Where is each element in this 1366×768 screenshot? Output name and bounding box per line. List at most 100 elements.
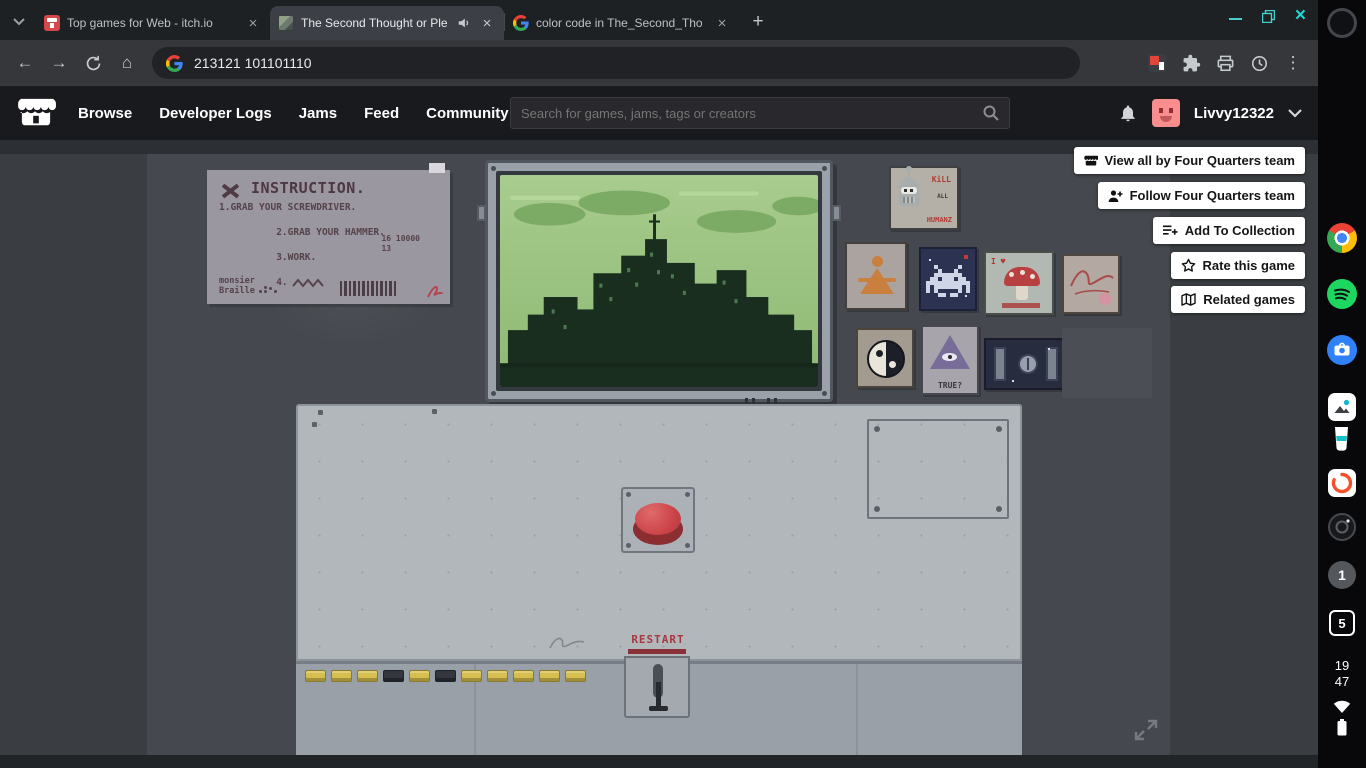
lens-app-icon[interactable] — [1328, 513, 1356, 541]
nav-jams[interactable]: Jams — [299, 105, 337, 122]
new-tab-button[interactable]: + — [745, 9, 771, 35]
token-row — [305, 670, 586, 682]
nav-community[interactable]: Community — [426, 105, 509, 122]
audio-speaker-icon[interactable] — [457, 16, 471, 30]
poster-pyramid[interactable]: TRUE? — [921, 325, 979, 395]
spotify-app-icon[interactable] — [1327, 279, 1357, 309]
poster-mushroom[interactable]: I ♥ — [984, 251, 1054, 315]
token-gold[interactable] — [565, 670, 586, 682]
browser-menu-button[interactable]: ⋮ — [1276, 46, 1310, 80]
token-gold[interactable] — [513, 670, 534, 682]
extensions-button[interactable] — [1174, 46, 1208, 80]
poster-bender[interactable]: KiLL ALL HUMANZ — [889, 166, 959, 230]
braille-dots — [258, 290, 262, 293]
username[interactable]: Livvy12322 — [1194, 105, 1274, 122]
tv-screen-cityscape[interactable] — [500, 175, 818, 387]
lever-bracket[interactable] — [624, 656, 690, 718]
pink-blob — [1099, 293, 1111, 305]
search-icon[interactable] — [983, 105, 999, 121]
game-canvas[interactable]: INSTRUCTION. 1.GRAB YOUR SCREWDRIVER. 2.… — [147, 154, 1170, 755]
fullscreen-button[interactable] — [1133, 718, 1159, 742]
badge-one-app-icon[interactable]: 1 — [1328, 561, 1356, 589]
close-tab-icon[interactable]: × — [244, 14, 262, 32]
wall-patch — [1062, 328, 1152, 398]
close-tab-icon[interactable]: × — [478, 14, 496, 32]
shelf-status-circle[interactable] — [1327, 8, 1357, 38]
poster-space-invader[interactable] — [919, 247, 977, 311]
minimize-button[interactable] — [1228, 18, 1242, 20]
tab-game-active[interactable]: The Second Thought or Ple × — [270, 6, 504, 40]
itch-nav: Browse Developer Logs Jams Feed Communit… — [78, 105, 536, 122]
red-button[interactable] — [635, 503, 681, 535]
chevron-down-icon — [13, 18, 25, 26]
view-all-button[interactable]: View all by Four Quarters team — [1073, 147, 1305, 174]
nav-developer-logs[interactable]: Developer Logs — [159, 105, 272, 122]
token-gold[interactable] — [305, 670, 326, 682]
chevron-down-icon[interactable] — [1288, 108, 1302, 118]
tab-search-button[interactable] — [6, 9, 32, 35]
wifi-icon[interactable] — [1333, 699, 1351, 713]
token-dark[interactable] — [383, 670, 404, 682]
wing — [994, 347, 1006, 381]
close-window-button[interactable]: × — [1295, 6, 1306, 25]
poster-yin-yang[interactable] — [856, 328, 914, 388]
back-button[interactable]: ← — [8, 46, 42, 80]
tab-google-search[interactable]: color code in The_Second_Tho × — [505, 6, 739, 40]
poster-tie-fighter[interactable] — [984, 338, 1068, 390]
token-gold[interactable] — [487, 670, 508, 682]
cup-app-icon[interactable] — [1330, 424, 1354, 452]
chrome-app-icon[interactable] — [1327, 223, 1357, 253]
empty-frame-panel[interactable] — [867, 419, 1009, 519]
token-gold[interactable] — [331, 670, 352, 682]
add-to-collection-button[interactable]: Add To Collection — [1152, 217, 1305, 244]
itch-search[interactable] — [510, 97, 1010, 129]
lever-stick[interactable] — [656, 682, 661, 708]
clock-minutes: 47 — [1334, 674, 1350, 689]
figure-arms — [858, 278, 896, 282]
close-tab-icon[interactable]: × — [713, 14, 731, 32]
gallery-app-icon[interactable] — [1328, 393, 1356, 421]
token-gold[interactable] — [461, 670, 482, 682]
extension-badge-button[interactable] — [1140, 46, 1174, 80]
user-avatar[interactable] — [1151, 99, 1180, 127]
rate-game-button[interactable]: Rate this game — [1170, 252, 1305, 279]
home-button[interactable]: ⌂ — [110, 46, 144, 80]
history-button[interactable] — [1242, 46, 1276, 80]
button-label: View all by Four Quarters team — [1104, 153, 1296, 168]
shelf-clock[interactable]: 19 47 — [1335, 658, 1349, 690]
screw — [822, 166, 827, 171]
instruction-paper[interactable]: INSTRUCTION. 1.GRAB YOUR SCREWDRIVER. 2.… — [207, 163, 450, 304]
search-input[interactable] — [521, 105, 983, 121]
related-games-button[interactable]: Related games — [1171, 286, 1305, 313]
badge-five-app-icon[interactable]: 5 — [1329, 610, 1355, 636]
token-gold[interactable] — [409, 670, 430, 682]
itch-favicon — [44, 15, 60, 31]
token-gold[interactable] — [539, 670, 560, 682]
notifications-bell-icon[interactable] — [1118, 103, 1138, 123]
poster-meditation[interactable] — [845, 242, 907, 310]
poster-scribble[interactable] — [1062, 254, 1120, 314]
print-button[interactable] — [1208, 46, 1242, 80]
restart-lever[interactable] — [624, 649, 690, 718]
tab-title: The Second Thought or Ple — [301, 16, 448, 30]
omnibox[interactable] — [152, 47, 1080, 79]
tab-itch-top-games[interactable]: Top games for Web - itch.io × — [36, 6, 270, 40]
forward-button[interactable]: → — [42, 46, 76, 80]
reload-button[interactable] — [76, 46, 110, 80]
restore-button[interactable] — [1261, 9, 1275, 23]
follow-button[interactable]: Follow Four Quarters team — [1097, 182, 1305, 209]
nav-browse[interactable]: Browse — [78, 105, 132, 122]
token-gold[interactable] — [357, 670, 378, 682]
red-button-plate[interactable] — [621, 487, 695, 553]
star-pixel — [929, 259, 931, 261]
nav-feed[interactable]: Feed — [364, 105, 399, 122]
swirl-app-icon[interactable] — [1328, 469, 1356, 497]
game-tv-window[interactable] — [477, 160, 841, 402]
token-dark[interactable] — [435, 670, 456, 682]
itch-logo[interactable] — [16, 97, 56, 129]
camera-app-icon[interactable] — [1327, 335, 1357, 365]
button-label: Follow Four Quarters team — [1129, 188, 1295, 203]
url-input[interactable] — [194, 55, 1066, 71]
screw — [626, 543, 631, 548]
lever-knob[interactable] — [649, 706, 668, 711]
